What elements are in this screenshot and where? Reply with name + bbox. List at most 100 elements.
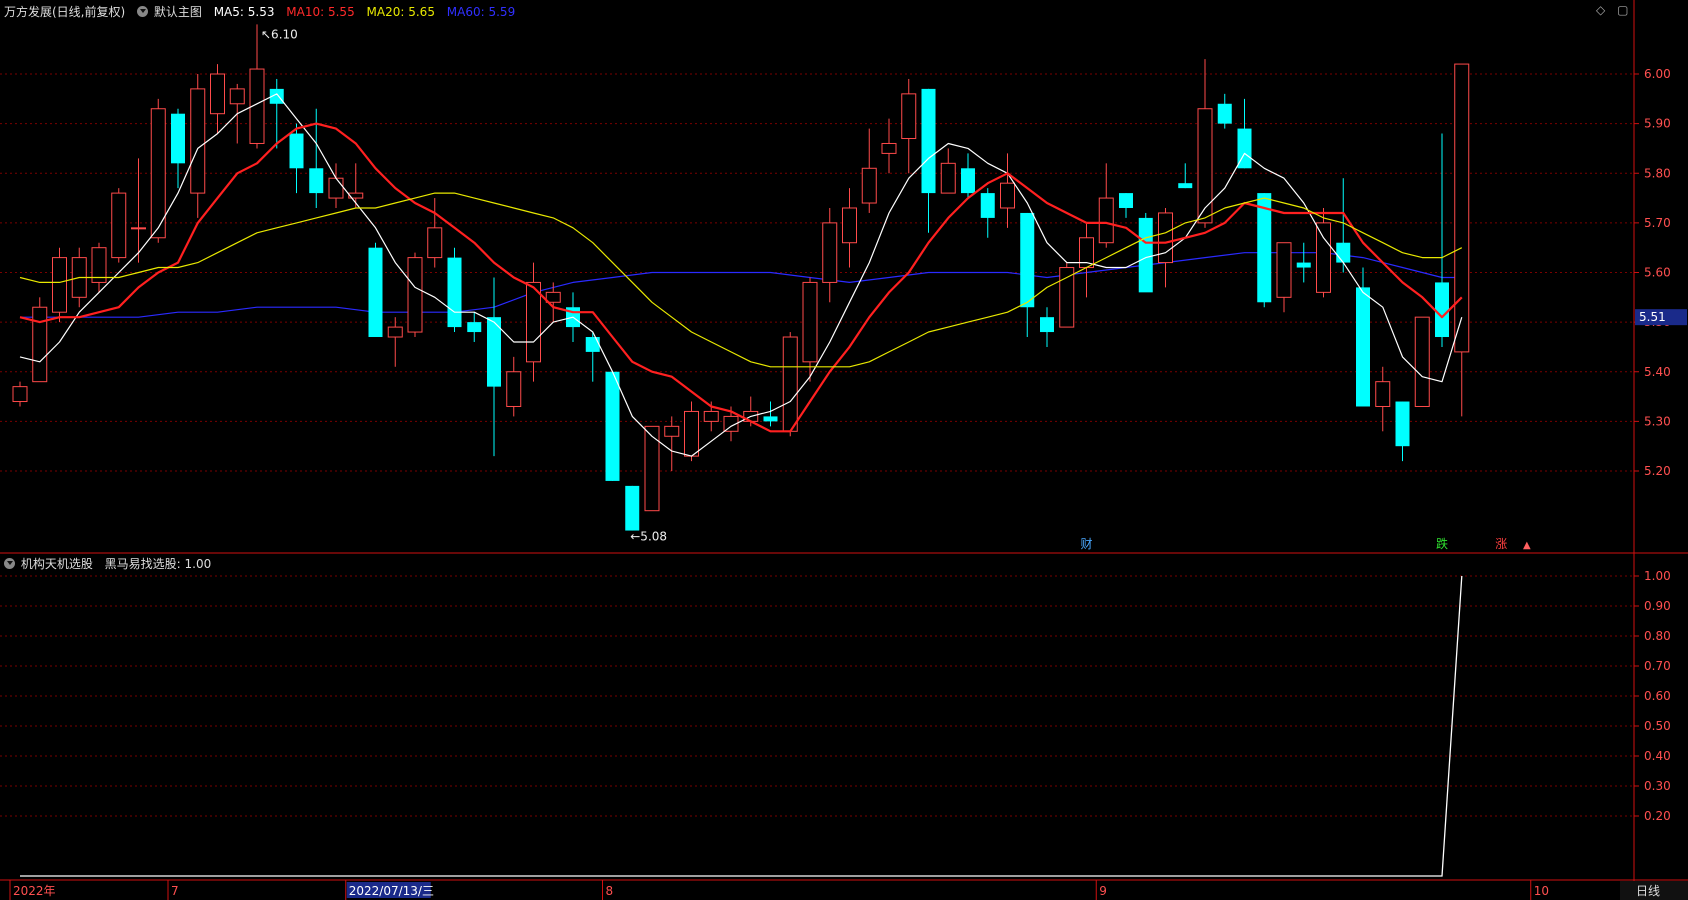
- candle-body-up: [644, 425, 660, 512]
- candle[interactable]: [348, 163, 364, 208]
- candle-body-up: [229, 88, 245, 105]
- candle[interactable]: [1217, 93, 1232, 129]
- candle[interactable]: [1040, 307, 1054, 347]
- candle[interactable]: [605, 371, 620, 481]
- candle[interactable]: [842, 188, 857, 268]
- candle[interactable]: [52, 247, 67, 323]
- candle[interactable]: [210, 64, 225, 134]
- candle[interactable]: [1098, 163, 1114, 248]
- ma20-line: [19, 192, 1463, 368]
- candle-body-up: [1276, 242, 1292, 298]
- candle[interactable]: [171, 108, 185, 189]
- candle[interactable]: [1316, 207, 1331, 298]
- candle[interactable]: [1414, 316, 1430, 407]
- diamond-icon[interactable]: ◇: [1596, 3, 1605, 17]
- candle[interactable]: [1356, 267, 1370, 407]
- candle-body-down: [1119, 193, 1133, 208]
- candle[interactable]: [1138, 212, 1153, 293]
- candle-body-up: [111, 192, 127, 259]
- candle[interactable]: [190, 74, 206, 218]
- candle[interactable]: [1119, 193, 1133, 218]
- candle[interactable]: [1454, 63, 1470, 417]
- candle[interactable]: [625, 485, 640, 531]
- event-marker[interactable]: 财: [1081, 537, 1093, 551]
- candle[interactable]: [1000, 153, 1015, 228]
- candle-body-up: [822, 222, 838, 283]
- dropdown-icon[interactable]: [137, 6, 149, 17]
- candle-body-up: [210, 73, 225, 115]
- candle-body-up: [1059, 267, 1075, 328]
- candle[interactable]: [940, 148, 956, 194]
- time-axis-label: 2022年: [13, 884, 56, 898]
- candle[interactable]: [1158, 207, 1173, 288]
- candle[interactable]: [901, 78, 917, 174]
- candle[interactable]: [526, 262, 541, 382]
- event-marker[interactable]: 跌: [1436, 536, 1448, 551]
- candle[interactable]: [111, 188, 127, 263]
- event-marker[interactable]: 涨: [1495, 536, 1507, 551]
- candle[interactable]: [1375, 366, 1391, 432]
- candle[interactable]: [487, 277, 501, 457]
- candle[interactable]: [763, 401, 778, 427]
- candle[interactable]: [802, 277, 818, 382]
- candle[interactable]: [822, 207, 838, 303]
- candle-body-down: [1020, 212, 1035, 308]
- candle[interactable]: [32, 297, 48, 383]
- candle-body-up: [1375, 381, 1391, 407]
- candle[interactable]: [150, 98, 166, 243]
- ma10-line: [19, 122, 1463, 433]
- candle[interactable]: [387, 317, 403, 367]
- candle[interactable]: [407, 252, 423, 338]
- candle[interactable]: [961, 153, 975, 199]
- candle[interactable]: [1059, 262, 1075, 328]
- candle[interactable]: [1296, 242, 1311, 283]
- candle-body-down: [763, 416, 778, 422]
- price-axis-layer: 6.005.905.805.705.605.505.405.305.201.00…: [1634, 67, 1687, 823]
- candle[interactable]: [427, 198, 443, 268]
- candle[interactable]: [249, 24, 265, 149]
- ma10-label: MA10: 5.55: [286, 5, 355, 19]
- candle[interactable]: [1395, 401, 1410, 462]
- period-button[interactable]: 日线: [1636, 882, 1660, 899]
- indicator-name[interactable]: 机构天机选股: [21, 557, 93, 571]
- stock-title[interactable]: 万方发展(日线,前复权): [4, 5, 125, 19]
- candle[interactable]: [12, 381, 28, 407]
- indicator-tick-label: 0.50: [1644, 719, 1671, 733]
- dropdown-icon[interactable]: [4, 558, 15, 569]
- candle[interactable]: [644, 425, 660, 512]
- candle-body-up: [1197, 108, 1213, 224]
- candle[interactable]: [921, 88, 936, 233]
- maximize-icon[interactable]: ▢: [1617, 3, 1628, 17]
- candle[interactable]: [664, 416, 680, 471]
- candle[interactable]: [447, 247, 462, 333]
- up-arrow-icon: ▲: [1523, 540, 1531, 551]
- candle[interactable]: [91, 242, 107, 293]
- candle[interactable]: [980, 188, 995, 238]
- candle-body-up: [328, 177, 344, 199]
- candle[interactable]: [1079, 222, 1094, 298]
- price-tick-label: 5.80: [1644, 166, 1671, 180]
- template-label[interactable]: 默认主图: [154, 5, 202, 19]
- candle[interactable]: [782, 332, 798, 437]
- candle-body-up: [842, 207, 857, 244]
- candle[interactable]: [269, 78, 284, 149]
- candle[interactable]: [368, 242, 383, 338]
- candle[interactable]: [585, 332, 600, 382]
- stock-chart[interactable]: 6.005.905.805.705.605.505.405.305.201.00…: [0, 0, 1688, 900]
- candle-body-down: [1217, 103, 1232, 124]
- candle[interactable]: [289, 123, 304, 194]
- candle[interactable]: [1237, 98, 1252, 169]
- candle-body-up: [427, 227, 443, 259]
- candle[interactable]: [506, 356, 522, 417]
- candle-body-up: [1098, 197, 1114, 244]
- candlestick-layer[interactable]: [12, 24, 1470, 531]
- candle[interactable]: [1276, 242, 1292, 313]
- candle[interactable]: [1020, 212, 1035, 338]
- candle-body-down: [1356, 287, 1370, 407]
- candle-body-up: [782, 336, 798, 432]
- candle[interactable]: [467, 312, 482, 342]
- candle[interactable]: [1435, 133, 1449, 347]
- candle[interactable]: [1178, 163, 1193, 189]
- candle[interactable]: [861, 128, 877, 213]
- candle[interactable]: [881, 118, 897, 174]
